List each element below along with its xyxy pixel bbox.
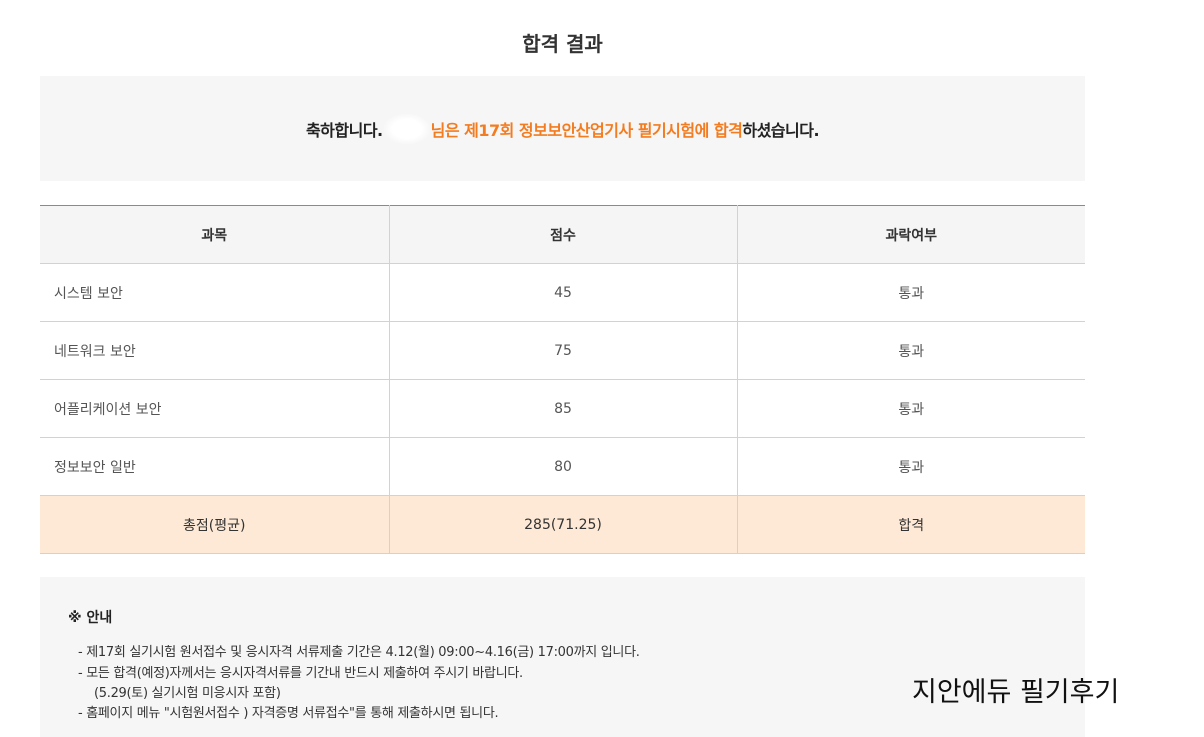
subject-cell: 어플리케이션 보안: [40, 379, 390, 438]
result-cell: 통과: [737, 437, 1085, 496]
congrats-prefix: 축하합니다.: [305, 120, 383, 140]
subject-cell: 시스템 보안: [40, 263, 390, 322]
congrats-highlight: 님은 제17회 정보보안산업기사 필기시험에 합격: [430, 120, 743, 140]
notice-line: (5.29(토) 실기시험 미응시자 포함): [94, 686, 281, 701]
score-cell: 85: [389, 379, 738, 438]
result-cell: 통과: [737, 321, 1085, 380]
table-row: 시스템 보안 45 통과: [40, 263, 1085, 322]
congrats-banner: 축하합니다. 님은 제17회 정보보안산업기사 필기시험에 합격 하셨습니다.: [40, 76, 1085, 181]
header-score: 점수: [389, 205, 738, 264]
score-cell: 45: [389, 263, 738, 322]
table-header-row: 과목 점수 과락여부: [40, 205, 1085, 264]
watermark-caption: 지안에듀 필기후기: [912, 677, 1120, 708]
score-cell: 80: [389, 437, 738, 496]
notice-line: - 모든 합격(예정)자께서는 응시자격서류를 기간내 반드시 제출하여 주시기…: [78, 666, 523, 681]
notice-line: - 홈페이지 메뉴 "시험원서접수 ) 자격증명 서류접수"를 통해 제출하시면…: [78, 706, 499, 721]
total-score: 285(71.25): [389, 495, 738, 554]
total-row: 총점(평균) 285(71.25) 합격: [40, 495, 1085, 554]
score-cell: 75: [389, 321, 738, 380]
congrats-suffix: 하셨습니다.: [742, 120, 820, 140]
notice-title: ※ 안내: [68, 610, 113, 626]
total-result: 합격: [737, 495, 1085, 554]
notice-panel: ※ 안내 - 제17회 실기시험 원서접수 및 응시자격 서류제출 기간은 4.…: [40, 577, 1085, 737]
subject-cell: 정보보안 일반: [40, 437, 390, 496]
score-table: 과목 점수 과락여부 시스템 보안 45 통과 네트워크 보안 75 통과 어플…: [40, 205, 1085, 554]
table-row: 정보보안 일반 80 통과: [40, 437, 1085, 496]
page-title: 합격 결과: [522, 32, 603, 56]
result-cell: 통과: [737, 379, 1085, 438]
table-row: 어플리케이션 보안 85 통과: [40, 379, 1085, 438]
header-pass-status: 과락여부: [737, 205, 1085, 264]
blurred-name: [383, 113, 430, 144]
header-subject: 과목: [40, 205, 390, 264]
table-row: 네트워크 보안 75 통과: [40, 321, 1085, 380]
subject-cell: 네트워크 보안: [40, 321, 390, 380]
total-label: 총점(평균): [40, 495, 390, 554]
notice-line: - 제17회 실기시험 원서접수 및 응시자격 서류제출 기간은 4.12(월)…: [78, 645, 640, 660]
result-cell: 통과: [737, 263, 1085, 322]
